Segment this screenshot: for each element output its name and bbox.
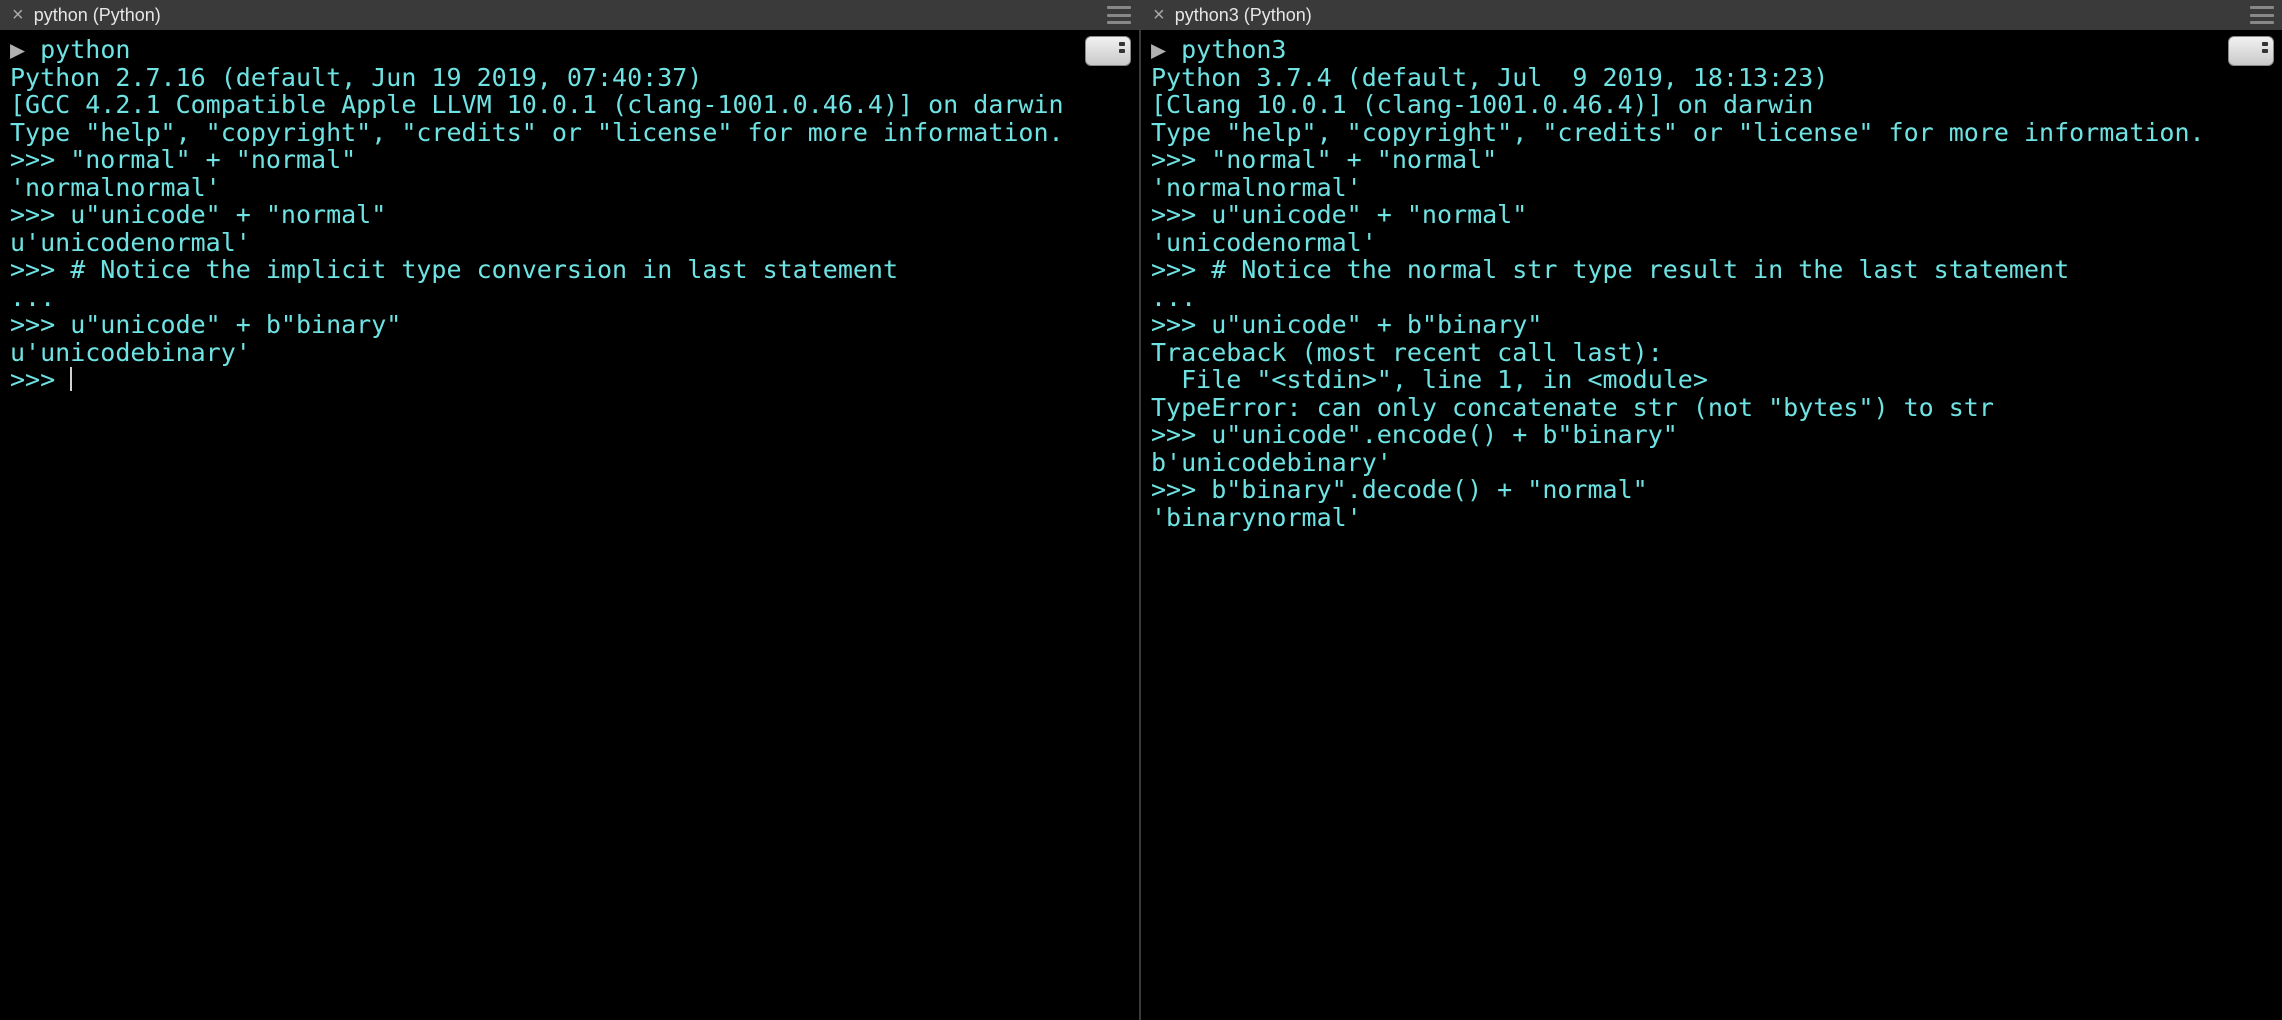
right-command: python3 (1181, 35, 1286, 64)
prompt-arrow-icon: ▶ (1151, 35, 1181, 64)
device-icon (1085, 36, 1131, 66)
prompt-arrow-icon: ▶ (10, 35, 40, 64)
hamburger-icon[interactable] (2250, 6, 2274, 24)
right-pane: × python3 (Python) ▶ python3 Python 3.7.… (1141, 0, 2282, 1020)
right-terminal-body: Python 3.7.4 (default, Jul 9 2019, 18:13… (1151, 63, 2205, 532)
close-icon[interactable]: × (1149, 5, 1175, 25)
text-cursor (70, 367, 72, 391)
split-container: × python (Python) ▶ python Python 2.7.16… (0, 0, 2282, 1020)
left-terminal[interactable]: ▶ python Python 2.7.16 (default, Jun 19 … (0, 30, 1139, 1020)
left-command: python (40, 35, 130, 64)
left-terminal-body: Python 2.7.16 (default, Jun 19 2019, 07:… (10, 63, 1064, 395)
hamburger-icon[interactable] (1107, 6, 1131, 24)
right-tabbar: × python3 (Python) (1141, 0, 2282, 30)
right-tab-title[interactable]: python3 (Python) (1175, 5, 1312, 26)
left-tabbar: × python (Python) (0, 0, 1139, 30)
left-tab-title[interactable]: python (Python) (34, 5, 161, 26)
device-icon (2228, 36, 2274, 66)
left-pane: × python (Python) ▶ python Python 2.7.16… (0, 0, 1141, 1020)
close-icon[interactable]: × (8, 5, 34, 25)
right-terminal[interactable]: ▶ python3 Python 3.7.4 (default, Jul 9 2… (1141, 30, 2282, 1020)
